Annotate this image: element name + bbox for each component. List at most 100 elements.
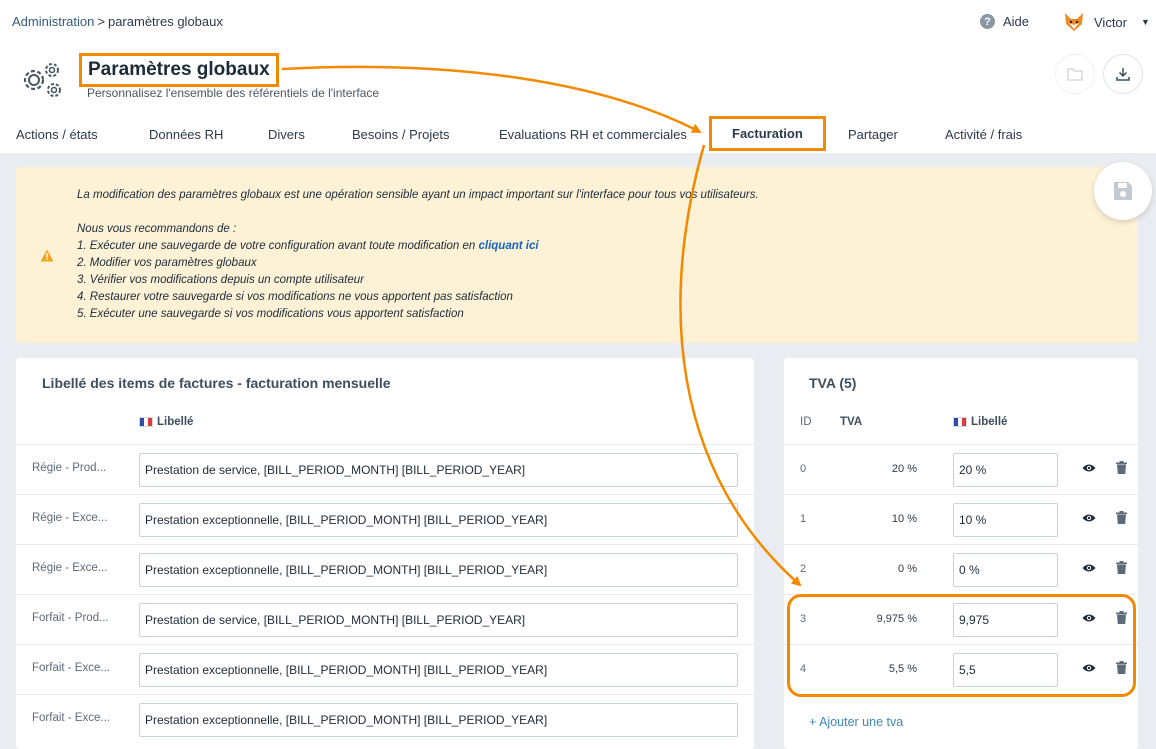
tab-actions-etats[interactable]: Actions / états (16, 116, 98, 152)
export-button[interactable] (1103, 54, 1143, 94)
label-input[interactable]: Prestation de service, [BILL_PERIOD_MONT… (139, 603, 738, 637)
tva-rate: 5,5 % (888, 663, 917, 675)
folder-icon (1067, 68, 1083, 81)
help-button[interactable]: ? Aide (980, 14, 1029, 29)
tab-evaluations[interactable]: Evaluations RH et commerciales (499, 116, 687, 152)
import-button[interactable] (1055, 54, 1095, 94)
tab-bar: Actions / états Données RH Divers Besoin… (0, 116, 1156, 153)
trash-icon[interactable] (1116, 661, 1127, 674)
tva-label-input[interactable]: 10 % (953, 503, 1058, 537)
tab-divers[interactable]: Divers (268, 116, 305, 152)
fox-avatar-icon (1065, 13, 1083, 31)
floppy-disk-icon (1114, 182, 1132, 200)
add-tva-button[interactable]: + Ajouter une tva (809, 715, 903, 729)
notice-line: 2. Modifier vos paramètres globaux (77, 257, 257, 269)
tva-row: 0 20 % 20 % (784, 444, 1138, 494)
tab-facturation[interactable]: Facturation (709, 116, 826, 151)
tva-title: TVA (5) (809, 375, 857, 391)
row-name: Forfait - Exce... (32, 712, 110, 724)
notice-line: 3. Vérifier vos modifications depuis un … (77, 274, 365, 286)
row-name: Forfait - Prod... (32, 612, 109, 624)
eye-icon[interactable] (1082, 513, 1096, 523)
french-flag-icon (139, 417, 153, 427)
caret-down-icon: ▼ (1141, 17, 1150, 27)
notice-line: 5. Exécuter une sauvegarde si vos modifi… (77, 308, 464, 320)
user-menu[interactable]: Victor ▼ (1062, 10, 1150, 34)
tva-label-input[interactable]: 5,5 (953, 653, 1058, 687)
notice-line: 4. Restaurer votre sauvegarde si vos mod… (77, 291, 513, 303)
row-name: Régie - Exce... (32, 512, 108, 524)
id-column-header: ID (800, 416, 812, 428)
breadcrumb-current: paramètres globaux (107, 14, 223, 29)
tva-label-input[interactable]: 20 % (953, 453, 1058, 487)
breadcrumb-administration-link[interactable]: Administration (12, 14, 94, 29)
tva-label-column-text: Libellé (971, 416, 1008, 428)
tva-id: 2 (800, 563, 807, 575)
table-row: Régie - Exce... Prestation exceptionnell… (16, 494, 754, 544)
label-input[interactable]: Prestation exceptionnelle, [BILL_PERIOD_… (139, 653, 738, 687)
notice-line: 1. Exécuter une sauvegarde de votre conf… (77, 240, 479, 252)
label-input[interactable]: Prestation exceptionnelle, [BILL_PERIOD_… (139, 703, 738, 737)
tva-card: TVA (5) ID TVA Libellé 0 20 % 20 % 1 10 … (784, 358, 1138, 749)
eye-icon[interactable] (1082, 463, 1096, 473)
page-title: Paramètres globaux (79, 53, 279, 87)
table-row: Forfait - Exce... Prestation exceptionne… (16, 644, 754, 694)
notice-line: La modification des paramètres globaux e… (77, 189, 759, 201)
tva-row: 4 5,5 % 5,5 (784, 644, 1138, 694)
french-flag-icon (953, 417, 967, 427)
tva-id: 1 (800, 513, 807, 525)
eye-icon[interactable] (1082, 663, 1096, 673)
warning-notice: La modification des paramètres globaux e… (16, 167, 1138, 343)
tva-row: 2 0 % 0 % (784, 544, 1138, 594)
gears-icon (23, 63, 61, 97)
row-name: Forfait - Exce... (32, 662, 110, 674)
tva-rate: 0 % (898, 563, 917, 575)
tab-donnees-rh[interactable]: Données RH (149, 116, 223, 152)
tva-id: 3 (800, 613, 807, 625)
tva-label-input[interactable]: 9,975 (953, 603, 1058, 637)
row-name: Régie - Prod... (32, 462, 107, 474)
tva-id: 4 (800, 663, 807, 675)
tva-row: 3 9,975 % 9,975 (784, 594, 1138, 644)
tab-besoins-projets[interactable]: Besoins / Projets (352, 116, 450, 152)
table-row: Forfait - Exce... Prestation exceptionne… (16, 694, 754, 744)
save-button[interactable] (1094, 162, 1152, 220)
tva-rate: 9,975 % (876, 613, 917, 625)
label-input[interactable]: Prestation exceptionnelle, [BILL_PERIOD_… (139, 553, 738, 587)
tva-column-header: TVA (840, 416, 863, 428)
trash-icon[interactable] (1116, 611, 1127, 624)
eye-icon[interactable] (1082, 613, 1096, 623)
tva-label-column-header: Libellé (953, 416, 1007, 428)
label-column-text: Libellé (157, 416, 194, 428)
label-column-header: Libellé (139, 416, 193, 428)
top-header: Administration > paramètres globaux ? Aide… (0, 0, 1156, 153)
table-row: Régie - Exce... Prestation exceptionnell… (16, 544, 754, 594)
tva-rate: 10 % (891, 513, 917, 525)
breadcrumb-separator: > (97, 14, 105, 29)
trash-icon[interactable] (1116, 511, 1127, 524)
tva-row: 1 10 % 10 % (784, 494, 1138, 544)
notice-line: Nous vous recommandons de : (77, 223, 237, 235)
trash-icon[interactable] (1116, 561, 1127, 574)
help-icon: ? (980, 14, 995, 29)
label-input[interactable]: Prestation de service, [BILL_PERIOD_MONT… (139, 453, 738, 487)
user-name: Victor (1094, 14, 1127, 30)
eye-icon[interactable] (1082, 563, 1096, 573)
tva-label-input[interactable]: 0 % (953, 553, 1058, 587)
backup-link[interactable]: cliquant ici (478, 240, 538, 252)
row-name: Régie - Exce... (32, 562, 108, 574)
table-row: Forfait - Prod... Prestation de service,… (16, 594, 754, 644)
invoice-items-title: Libellé des items de factures - facturat… (42, 375, 391, 391)
breadcrumb: Administration > paramètres globaux (12, 14, 223, 29)
warning-icon (40, 249, 54, 262)
table-row: Régie - Prod... Prestation de service, [… (16, 444, 754, 494)
tab-activite-frais[interactable]: Activité / frais (945, 116, 1022, 152)
invoice-items-card: Libellé des items de factures - facturat… (16, 358, 754, 749)
download-icon (1116, 68, 1130, 81)
notice-text: La modification des paramètres globaux e… (77, 187, 759, 323)
tab-partager[interactable]: Partager (848, 116, 898, 152)
help-label: Aide (1003, 14, 1030, 29)
label-input[interactable]: Prestation exceptionnelle, [BILL_PERIOD_… (139, 503, 738, 537)
trash-icon[interactable] (1116, 461, 1127, 474)
tva-rate: 20 % (891, 463, 917, 475)
